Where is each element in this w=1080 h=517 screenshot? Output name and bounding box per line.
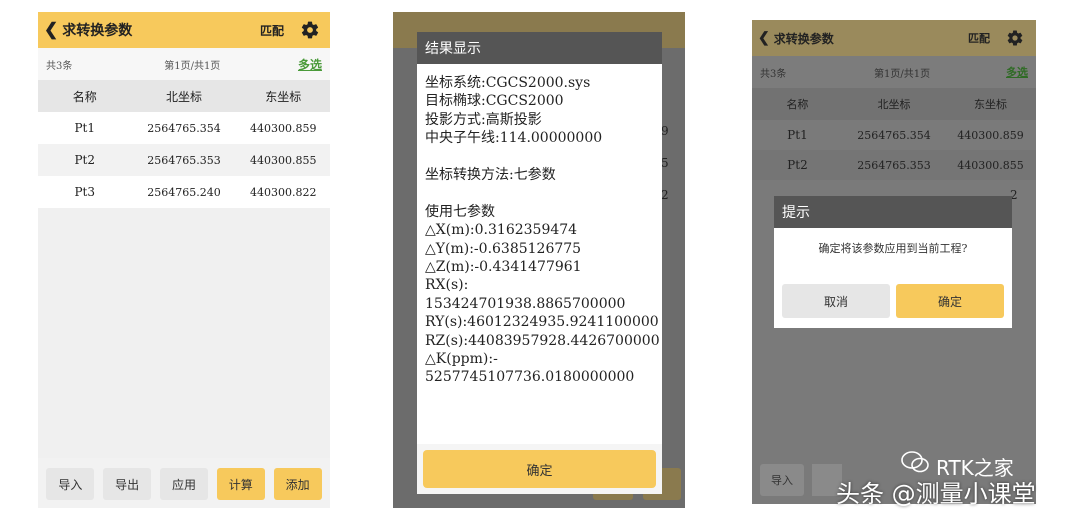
col-header-north: 北坐标 <box>165 89 202 104</box>
panel-apply-confirm: ❮ 求转换参数 匹配 共3条 第1页/共1页 多选 名称 北坐标 东坐标 Pt1… <box>752 20 1036 504</box>
cell-name: Pt1 <box>74 121 95 135</box>
cell-north: 2564765.240 <box>147 185 221 199</box>
result-line: 坐标系统:CGCS2000.sys <box>425 75 591 91</box>
result-line <box>425 148 656 166</box>
back-button[interactable]: ❮ 求转换参数 <box>44 20 132 40</box>
wechat-icon <box>900 450 930 474</box>
multi-select-link[interactable]: 多选 <box>1006 64 1028 80</box>
cell-north: 2564765.354 <box>857 128 931 142</box>
cell-east: 440300.855 <box>250 153 317 167</box>
result-line: 坐标转换方法:七参数 <box>425 167 556 184</box>
table-row[interactable]: Pt2 2564765.353 440300.855 <box>38 144 330 176</box>
table-row[interactable]: Pt1 2564765.354 440300.859 <box>752 120 1036 150</box>
table-row[interactable]: Pt2 2564765.353 440300.855 <box>752 150 1036 180</box>
result-line: RY(s):46012324935.9241100000 <box>425 314 659 331</box>
col-header-name: 名称 <box>786 98 809 111</box>
list-info-bar: 共3条 第1页/共1页 多选 <box>38 48 330 80</box>
confirm-button[interactable]: 确定 <box>896 284 1004 318</box>
cell-name: Pt2 <box>787 158 808 172</box>
page-indicator: 第1页/共1页 <box>873 68 931 80</box>
cell-name: Pt2 <box>74 153 95 167</box>
cell-name: Pt1 <box>787 128 808 142</box>
chevron-left-icon: ❮ <box>44 20 59 40</box>
col-header-name: 名称 <box>72 89 97 104</box>
dialog-title: 提示 <box>774 196 1012 228</box>
add-button[interactable]: 添加 <box>273 468 322 500</box>
col-header-north: 北坐标 <box>877 98 911 111</box>
cell-east: 440300.859 <box>957 128 1024 142</box>
result-line: 153424701938.8865700000 <box>425 295 626 312</box>
col-header-east: 东坐标 <box>974 98 1008 111</box>
back-button[interactable]: ❮ 求转换参数 <box>758 30 834 47</box>
result-line: RX(s): <box>425 277 469 294</box>
match-button[interactable]: 匹配 <box>260 22 284 39</box>
result-line: △Z(m):-0.4341477961 <box>425 259 582 276</box>
result-line: RZ(s):44083957928.4426700000 <box>425 332 660 349</box>
table-header: 名称 北坐标 东坐标 <box>752 88 1036 120</box>
import-button[interactable]: 导入 <box>46 468 95 500</box>
app-header: ❮ 求转换参数 匹配 <box>752 20 1036 56</box>
result-dialog: 结果显示 坐标系统:CGCS2000.sys 目标椭球:CGCS2000 投影方… <box>417 32 662 494</box>
cell-name: Pt3 <box>74 185 95 199</box>
list-info-bar: 共3条 第1页/共1页 多选 <box>752 56 1036 88</box>
result-line: 5257745107736.0180000000 <box>425 369 635 386</box>
gear-icon[interactable] <box>1006 29 1024 47</box>
table-row[interactable]: Pt3 2564765.240 440300.822 <box>38 176 330 208</box>
dialog-title: 结果显示 <box>417 32 662 64</box>
result-line: 目标椭球:CGCS2000 <box>425 93 564 110</box>
cell-north: 2564765.354 <box>147 121 221 135</box>
apply-button[interactable]: 应用 <box>159 468 208 500</box>
import-button: 导入 <box>760 464 804 496</box>
chevron-left-icon: ❮ <box>758 30 770 46</box>
background-digit: 2 <box>661 188 669 202</box>
gear-icon[interactable] <box>300 20 320 40</box>
background-digit: 9 <box>661 124 669 138</box>
page-title: 求转换参数 <box>773 31 834 46</box>
page-indicator: 第1页/共1页 <box>164 60 221 72</box>
cell-east: 440300.822 <box>250 185 317 199</box>
result-line: △Y(m):-0.6385126775 <box>425 240 582 257</box>
multi-select-link[interactable]: 多选 <box>298 56 322 73</box>
ok-button[interactable]: 确定 <box>423 450 656 488</box>
result-line: 使用七参数 <box>425 203 495 220</box>
record-count: 共3条 <box>46 60 73 72</box>
watermark-toutiao: 头条 @测量小课堂 <box>836 480 1036 508</box>
cell-east: 440300.859 <box>250 121 317 135</box>
result-line: △K(ppm):- <box>425 351 498 368</box>
cell-north: 2564765.353 <box>857 158 931 172</box>
record-count: 共3条 <box>760 68 787 80</box>
result-line: △X(m):0.3162359474 <box>425 222 578 239</box>
confirm-dialog: 提示 确定将该参数应用到当前工程? 取消 确定 <box>774 196 1012 328</box>
cancel-button[interactable]: 取消 <box>782 284 890 318</box>
result-text: 坐标系统:CGCS2000.sys 目标椭球:CGCS2000 投影方式:高斯投… <box>425 74 660 387</box>
panel-transform-params: ❮ 求转换参数 匹配 共3条 第1页/共1页 多选 名称 北坐标 东坐标 Pt1… <box>38 12 330 508</box>
table-header: 名称 北坐标 东坐标 <box>38 80 330 112</box>
panel-result-display: 9 5 2 结果显示 坐标系统:CGCS2000.sys 目标椭球:CGCS20… <box>393 12 685 508</box>
cell-east: 440300.855 <box>957 158 1024 172</box>
export-button[interactable]: 导出 <box>103 468 152 500</box>
result-line <box>425 184 656 202</box>
result-line: 中央子午线:114.00000000 <box>425 130 603 147</box>
table-row[interactable]: Pt1 2564765.354 440300.859 <box>38 112 330 144</box>
list-empty-area <box>38 208 330 458</box>
compute-button[interactable]: 计算 <box>216 468 265 500</box>
page-title: 求转换参数 <box>62 23 133 39</box>
col-header-east: 东坐标 <box>265 89 302 104</box>
cell-north: 2564765.353 <box>147 153 221 167</box>
result-line: 投影方式:高斯投影 <box>425 111 542 128</box>
background-digit: 5 <box>661 156 669 170</box>
match-button[interactable]: 匹配 <box>968 30 990 46</box>
bottom-toolbar: 导入 导出 应用 计算 添加 <box>38 466 330 502</box>
dialog-message: 确定将该参数应用到当前工程? <box>818 242 968 255</box>
app-header: ❮ 求转换参数 匹配 <box>38 12 330 48</box>
